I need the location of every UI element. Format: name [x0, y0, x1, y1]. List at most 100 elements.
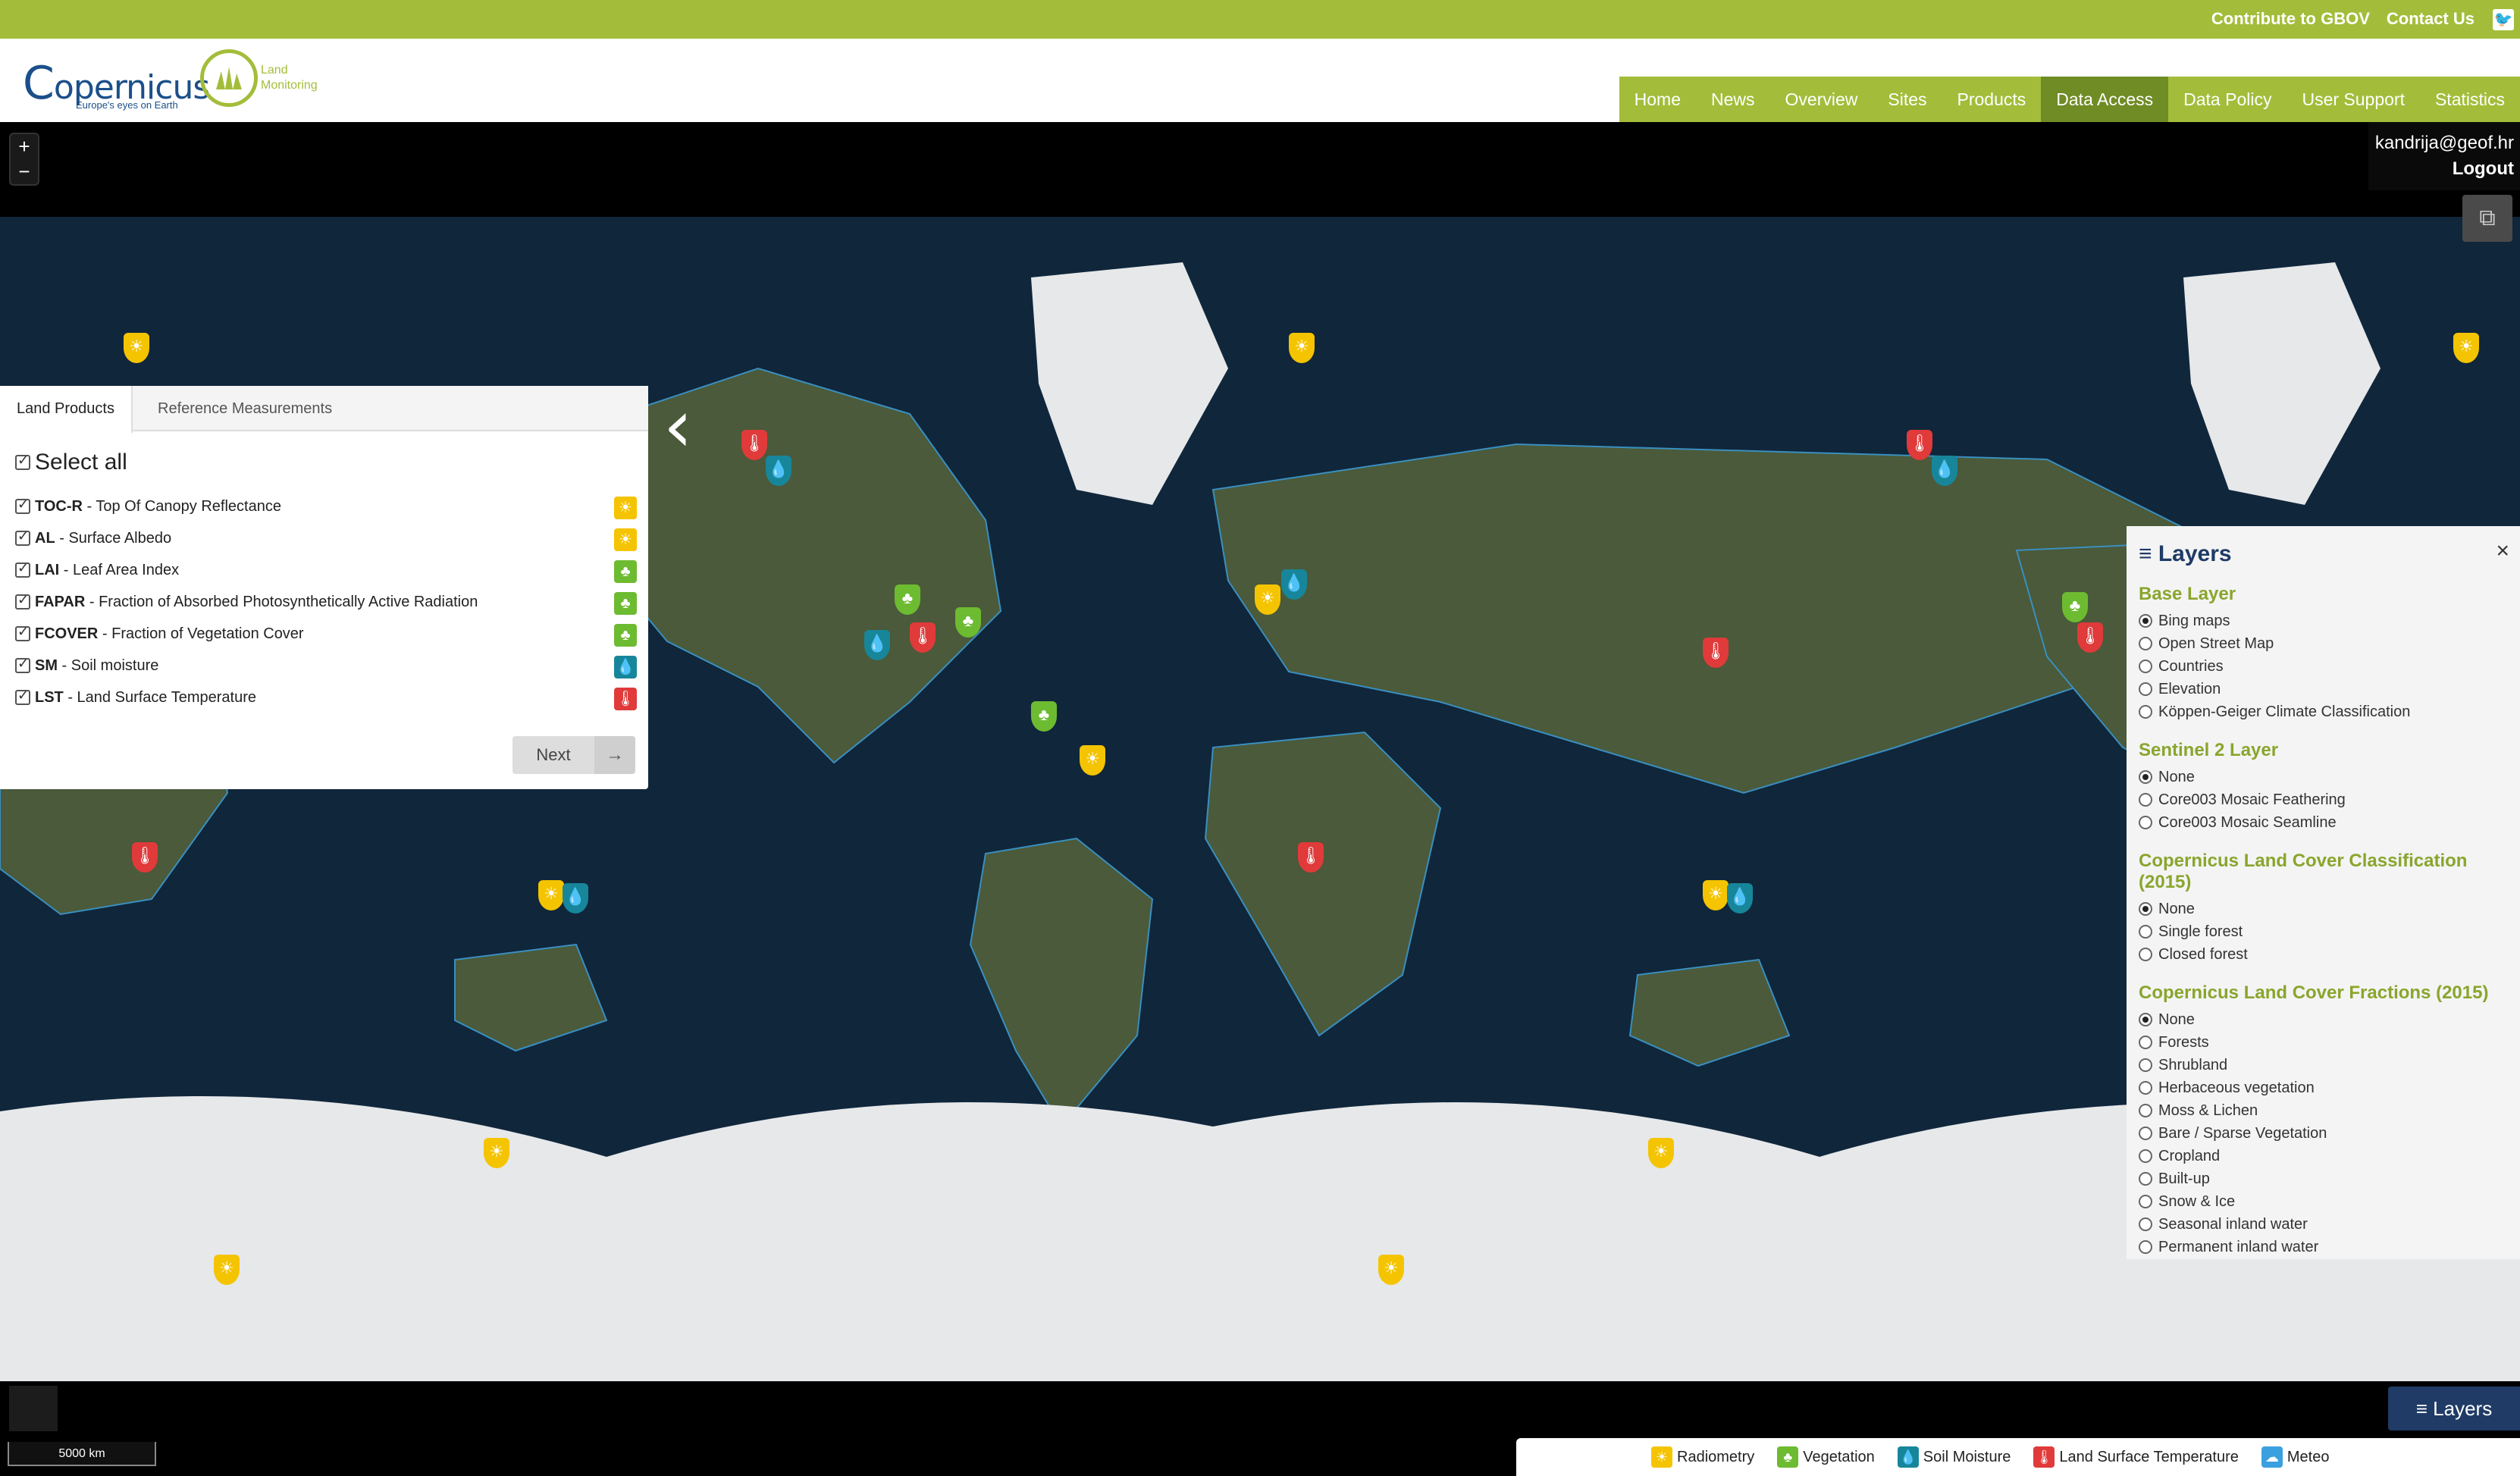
- site-marker-lst[interactable]: 🌡: [910, 622, 936, 653]
- site-marker-radiometry[interactable]: ☀: [214, 1255, 240, 1285]
- site-marker-lst[interactable]: 🌡: [741, 430, 767, 460]
- site-marker-lst[interactable]: 🌡: [132, 842, 158, 873]
- radio-button[interactable]: [2139, 1195, 2152, 1208]
- product-item-al[interactable]: AL - Surface Albedo ☀: [15, 522, 637, 554]
- layer-option[interactable]: None: [2139, 898, 2508, 920]
- nav-item-overview[interactable]: Overview: [1770, 77, 1873, 122]
- nav-item-products[interactable]: Products: [1942, 77, 2042, 122]
- layer-option[interactable]: Permanent inland water: [2139, 1236, 2508, 1258]
- checkbox-icon[interactable]: [15, 656, 30, 673]
- layer-option[interactable]: Bing maps: [2139, 610, 2508, 632]
- product-item-fapar[interactable]: FAPAR - Fraction of Absorbed Photosynthe…: [15, 586, 637, 618]
- nav-item-home[interactable]: Home: [1619, 77, 1696, 122]
- checkbox-icon[interactable]: [15, 688, 30, 705]
- layer-option[interactable]: Built-up: [2139, 1167, 2508, 1190]
- site-marker-soil[interactable]: 💧: [766, 456, 791, 486]
- layer-option[interactable]: Seasonal inland water: [2139, 1213, 2508, 1236]
- layer-option[interactable]: Snow & Ice: [2139, 1190, 2508, 1213]
- radio-button[interactable]: [2139, 1013, 2152, 1026]
- checkbox-icon[interactable]: [15, 624, 30, 641]
- checkbox-icon[interactable]: [15, 528, 30, 546]
- radio-button[interactable]: [2139, 948, 2152, 961]
- radio-button[interactable]: [2139, 1081, 2152, 1095]
- radio-button[interactable]: [2139, 1149, 2152, 1163]
- radio-button[interactable]: [2139, 925, 2152, 939]
- site-marker-radiometry[interactable]: ☀: [1080, 745, 1105, 776]
- nav-item-statistics[interactable]: Statistics: [2420, 77, 2520, 122]
- radio-button[interactable]: [2139, 1127, 2152, 1140]
- next-button[interactable]: Next →: [512, 736, 635, 774]
- radio-button[interactable]: [2139, 1172, 2152, 1186]
- site-marker-radiometry[interactable]: ☀: [2453, 333, 2479, 363]
- close-icon[interactable]: ×: [2496, 538, 2509, 564]
- radio-button[interactable]: [2139, 770, 2152, 784]
- radio-button[interactable]: [2139, 1217, 2152, 1231]
- radio-button[interactable]: [2139, 660, 2152, 673]
- site-marker-vegetation[interactable]: ♣: [1031, 701, 1057, 732]
- site-marker-lst[interactable]: 🌡: [1298, 842, 1324, 873]
- site-marker-vegetation[interactable]: ♣: [895, 584, 920, 615]
- layer-option[interactable]: Core003 Mosaic Seamline: [2139, 811, 2508, 834]
- screen-toggle-icon[interactable]: ⧉: [2462, 195, 2512, 242]
- layer-option[interactable]: Bare / Sparse Vegetation: [2139, 1122, 2508, 1145]
- zoom-out-button[interactable]: −: [11, 159, 38, 184]
- nav-item-user-support[interactable]: User Support: [2286, 77, 2420, 122]
- site-marker-soil[interactable]: 💧: [1932, 456, 1957, 486]
- site-marker-radiometry[interactable]: ☀: [538, 880, 564, 910]
- site-marker-radiometry[interactable]: ☀: [1648, 1138, 1674, 1168]
- site-marker-soil[interactable]: 💧: [563, 883, 588, 913]
- site-marker-radiometry[interactable]: ☀: [1378, 1255, 1404, 1285]
- radio-button[interactable]: [2139, 1058, 2152, 1072]
- site-marker-vegetation[interactable]: ♣: [955, 607, 981, 638]
- product-item-lst[interactable]: LST - Land Surface Temperature 🌡: [15, 682, 637, 713]
- radio-button[interactable]: [2139, 637, 2152, 650]
- layer-option[interactable]: Closed forest: [2139, 943, 2508, 966]
- land-monitoring-logo[interactable]: Land Monitoring: [200, 49, 329, 110]
- copernicus-logo[interactable]: Copernicus Europe's eyes on Earth: [23, 49, 210, 111]
- radio-button[interactable]: [2139, 614, 2152, 628]
- product-item-lai[interactable]: LAI - Leaf Area Index ♣: [15, 554, 637, 586]
- radio-button[interactable]: [2139, 1104, 2152, 1117]
- site-marker-lst[interactable]: 🌡: [2077, 622, 2103, 653]
- site-marker-soil[interactable]: 💧: [864, 630, 890, 660]
- collapse-panel-chevron-icon[interactable]: ‹: [663, 384, 692, 468]
- twitter-icon[interactable]: 🐦: [2493, 9, 2514, 30]
- nav-item-sites[interactable]: Sites: [1873, 77, 1942, 122]
- site-marker-radiometry[interactable]: ☀: [1289, 333, 1315, 363]
- site-marker-radiometry[interactable]: ☀: [484, 1138, 509, 1168]
- layer-option[interactable]: Countries: [2139, 655, 2508, 678]
- radio-button[interactable]: [2139, 793, 2152, 807]
- contact-link[interactable]: Contact Us: [2387, 9, 2475, 29]
- layer-option[interactable]: Herbaceous vegetation: [2139, 1076, 2508, 1099]
- site-marker-soil[interactable]: 💧: [1727, 883, 1753, 913]
- site-marker-radiometry[interactable]: ☀: [1703, 880, 1729, 910]
- checkbox-icon[interactable]: [15, 497, 30, 514]
- layer-option[interactable]: Open Street Map: [2139, 632, 2508, 655]
- radio-button[interactable]: [2139, 682, 2152, 696]
- nav-item-news[interactable]: News: [1696, 77, 1770, 122]
- zoom-in-button[interactable]: +: [11, 134, 38, 159]
- site-marker-radiometry[interactable]: ☀: [124, 333, 149, 363]
- product-item-fcover[interactable]: FCOVER - Fraction of Vegetation Cover ♣: [15, 618, 637, 650]
- site-marker-radiometry[interactable]: ☀: [1255, 584, 1280, 615]
- layer-option[interactable]: None: [2139, 766, 2508, 788]
- layer-option[interactable]: Cropland: [2139, 1145, 2508, 1167]
- radio-button[interactable]: [2139, 1036, 2152, 1049]
- tab-land-products[interactable]: Land Products: [0, 386, 133, 433]
- layer-option[interactable]: None: [2139, 1008, 2508, 1031]
- layer-option[interactable]: Elevation: [2139, 678, 2508, 700]
- nav-item-data-access[interactable]: Data Access: [2041, 77, 2169, 122]
- site-marker-lst[interactable]: 🌡: [1703, 638, 1729, 668]
- site-marker-lst[interactable]: 🌡: [1907, 430, 1932, 460]
- layer-option[interactable]: Köppen-Geiger Climate Classification: [2139, 700, 2508, 723]
- product-item-toc-r[interactable]: TOC-R - Top Of Canopy Reflectance ☀: [15, 490, 637, 522]
- radio-button[interactable]: [2139, 902, 2152, 916]
- site-marker-vegetation[interactable]: ♣: [2062, 592, 2088, 622]
- layer-option[interactable]: Forests: [2139, 1031, 2508, 1054]
- layers-toggle-button[interactable]: ≡ Layers: [2388, 1387, 2520, 1431]
- checkbox-icon[interactable]: [15, 592, 30, 610]
- product-item-sm[interactable]: SM - Soil moisture 💧: [15, 650, 637, 682]
- layer-option[interactable]: Single forest: [2139, 920, 2508, 943]
- tab-reference-measurements[interactable]: Reference Measurements: [141, 386, 349, 431]
- radio-button[interactable]: [2139, 705, 2152, 719]
